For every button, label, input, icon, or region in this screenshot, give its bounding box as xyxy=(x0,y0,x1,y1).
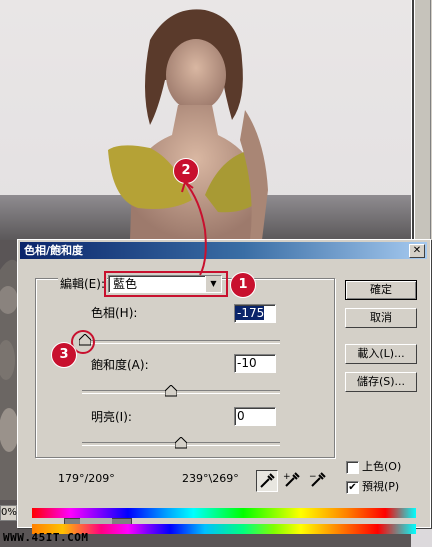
annotation-arrow xyxy=(181,181,207,276)
watermark: WWW.45IT.COM xyxy=(3,531,89,544)
